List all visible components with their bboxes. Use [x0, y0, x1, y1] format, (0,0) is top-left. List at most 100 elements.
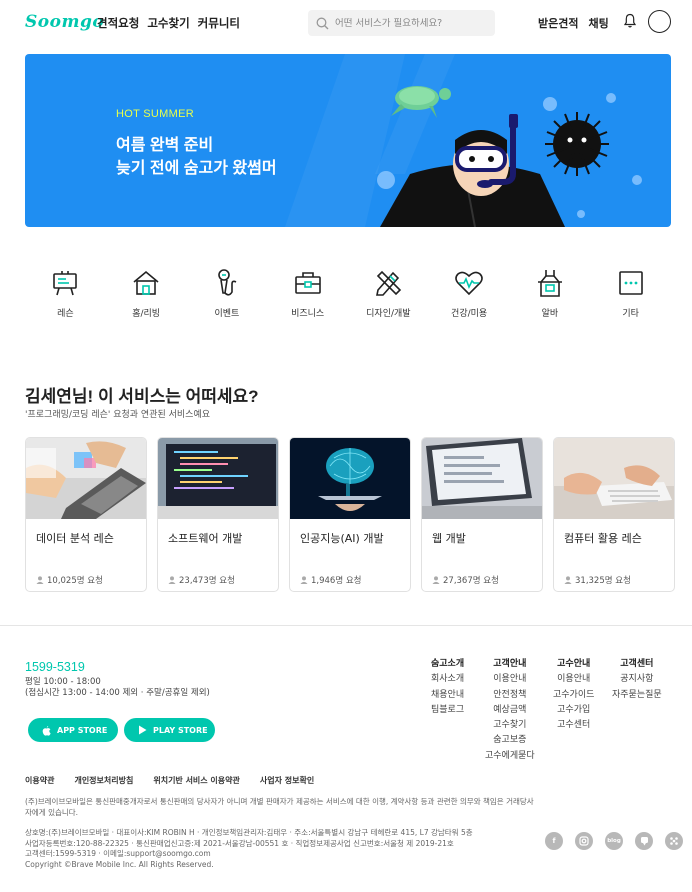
card-request-count: 10,025명 요청: [47, 576, 103, 586]
person-icon: [432, 576, 440, 584]
category-business[interactable]: 비즈니스: [267, 268, 348, 319]
footer-link[interactable]: 고수에게묻다: [485, 749, 535, 764]
footer-link[interactable]: 공지사항: [612, 672, 662, 687]
footer-link[interactable]: 자주묻는질문: [612, 688, 662, 703]
recommend-subtitle: '프로그래밍/코딩 레슨' 요청과 연관된 서비스예요: [25, 410, 211, 420]
instagram-icon[interactable]: [575, 832, 593, 850]
business-info-link[interactable]: 사업자 정보확인: [260, 775, 314, 786]
card-title: 데이터 분석 레슨: [36, 532, 114, 545]
avatar[interactable]: [648, 10, 671, 33]
category-label: 건강/미용: [451, 309, 488, 319]
footer-divider: [0, 625, 692, 626]
promo-banner[interactable]: HOT SUMMER 여름 완벽 준비 늦기 전에 숨고가 왔썸머: [25, 54, 671, 227]
footer-link[interactable]: 안전정책: [485, 688, 535, 703]
support-phone[interactable]: 1599-5319: [25, 660, 85, 674]
card-title: 웹 개발: [432, 532, 466, 545]
more-icon: [618, 271, 643, 295]
category-health-beauty[interactable]: 건강/미용: [429, 268, 510, 319]
play-store-button[interactable]: PLAY STORE: [124, 718, 215, 742]
social-links: f blog: [545, 832, 683, 850]
service-card[interactable]: 인공지능(AI) 개발 1,946명 요청: [289, 437, 411, 592]
soomgo-logo[interactable]: Soomgo: [25, 12, 104, 32]
category-home-living[interactable]: 홈/리빙: [106, 268, 187, 319]
service-card[interactable]: 컴퓨터 활용 레슨 31,325명 요청: [553, 437, 675, 592]
card-title: 인공지능(AI) 개발: [300, 532, 384, 545]
footer-link[interactable]: 고수찾기: [485, 718, 535, 733]
category-label: 이벤트: [214, 309, 240, 319]
nav-find-pro[interactable]: 고수찾기: [147, 15, 189, 31]
service-card[interactable]: 소프트웨어 개발 23,473명 요청: [157, 437, 279, 592]
footer-col-about: 숨고소개 회사소개 채용안내 팀블로그: [431, 657, 464, 718]
footer-link[interactable]: 팀블로그: [431, 703, 464, 718]
facebook-icon[interactable]: f: [545, 832, 563, 850]
business-info: 상호명:(주)브레이브모바일 · 대표이사:KIM ROBIN H · 개인정보…: [25, 828, 473, 869]
footer-link[interactable]: 채용안내: [431, 688, 464, 703]
category-event[interactable]: 이벤트: [187, 268, 268, 319]
category-part-time[interactable]: 알바: [510, 268, 591, 319]
nav-community[interactable]: 커뮤니티: [198, 15, 240, 31]
category-label: 비즈니스: [291, 309, 325, 319]
category-label: 레슨: [57, 309, 74, 319]
banner-kicker: HOT SUMMER: [116, 108, 194, 120]
card-image: [290, 438, 410, 519]
main-nav: 견적요청 고수찾기 커뮤니티: [97, 15, 240, 31]
card-image: [422, 438, 542, 519]
search-input[interactable]: [335, 17, 485, 29]
category-grid: 레슨 홈/리빙 이벤트 비즈니스 디자인/개발 건강/미용 알바 기타: [25, 268, 671, 319]
card-request-count: 23,473명 요청: [179, 576, 235, 586]
house-icon: [133, 270, 159, 295]
footer-link[interactable]: 고수가입: [553, 703, 594, 718]
category-label: 디자인/개발: [366, 309, 411, 319]
bell-icon[interactable]: [624, 13, 636, 29]
apron-icon: [537, 270, 562, 297]
footer-col-support: 고객센터 공지사항 자주묻는질문: [612, 657, 662, 703]
card-image: [158, 438, 278, 519]
person-icon: [300, 576, 308, 584]
received-quotes-link[interactable]: 받은견적: [538, 15, 578, 31]
footer-link[interactable]: 회사소개: [431, 672, 464, 687]
footer-link[interactable]: 예상금액: [485, 703, 535, 718]
category-label: 알바: [541, 309, 559, 319]
card-title: 컴퓨터 활용 레슨: [564, 532, 642, 545]
banner-headline-2: 늦기 전에 숨고가 왔썸머: [116, 160, 277, 177]
heart-pulse-icon: [455, 271, 483, 296]
location-terms-link[interactable]: 위치기반 서비스 이용약관: [153, 775, 240, 786]
card-request-count: 1,946명 요청: [311, 576, 362, 586]
post-icon[interactable]: [635, 832, 653, 850]
footer-col-pro: 고수안내 이용안내 고수가이드 고수가입 고수센터: [553, 657, 594, 733]
apple-icon: [42, 725, 51, 736]
footer-link[interactable]: 고수센터: [553, 718, 594, 733]
chat-link[interactable]: 채팅: [588, 15, 608, 31]
pencil-ruler-icon: [376, 270, 402, 296]
footer-link[interactable]: 이용안내: [553, 672, 594, 687]
terms-link[interactable]: 이용약관: [25, 775, 54, 786]
footer-col-customer: 고객안내 이용안내 안전정책 예상금액 고수찾기 숨고보증 고수에게묻다: [485, 657, 535, 764]
recommend-cards: 데이터 분석 레슨 10,025명 요청 소프트웨어 개발 23,473명 요청…: [25, 437, 675, 592]
category-design-dev[interactable]: 디자인/개발: [348, 268, 429, 319]
card-title: 소프트웨어 개발: [168, 532, 243, 545]
service-card[interactable]: 웹 개발 27,367명 요청: [421, 437, 543, 592]
category-label: 기타: [622, 309, 639, 319]
search-box[interactable]: [308, 10, 495, 36]
privacy-link[interactable]: 개인정보처리방침: [74, 775, 133, 786]
category-lesson[interactable]: 레슨: [25, 268, 106, 319]
blog-icon[interactable]: blog: [605, 832, 623, 850]
service-card[interactable]: 데이터 분석 레슨 10,025명 요청: [25, 437, 147, 592]
nav-quote-request[interactable]: 견적요청: [97, 15, 139, 31]
category-etc[interactable]: 기타: [590, 268, 671, 319]
app-store-button[interactable]: APP STORE: [28, 718, 118, 742]
search-icon: [316, 17, 329, 29]
footer-link[interactable]: 이용안내: [485, 672, 535, 687]
banner-headline-1: 여름 완벽 준비: [116, 137, 214, 154]
card-image: [554, 438, 674, 519]
person-icon: [564, 576, 572, 584]
card-request-count: 31,325명 요청: [575, 576, 631, 586]
footer-link[interactable]: 숨고보증: [485, 733, 535, 748]
footer-link[interactable]: 고수가이드: [553, 688, 594, 703]
briefcase-icon: [294, 272, 321, 294]
card-request-count: 27,367명 요청: [443, 576, 499, 586]
card-image: [26, 438, 146, 519]
app-icon[interactable]: [665, 832, 683, 850]
top-header: Soomgo 견적요청 고수찾기 커뮤니티 받은견적 채팅: [0, 0, 692, 46]
whiteboard-icon: [53, 271, 78, 296]
